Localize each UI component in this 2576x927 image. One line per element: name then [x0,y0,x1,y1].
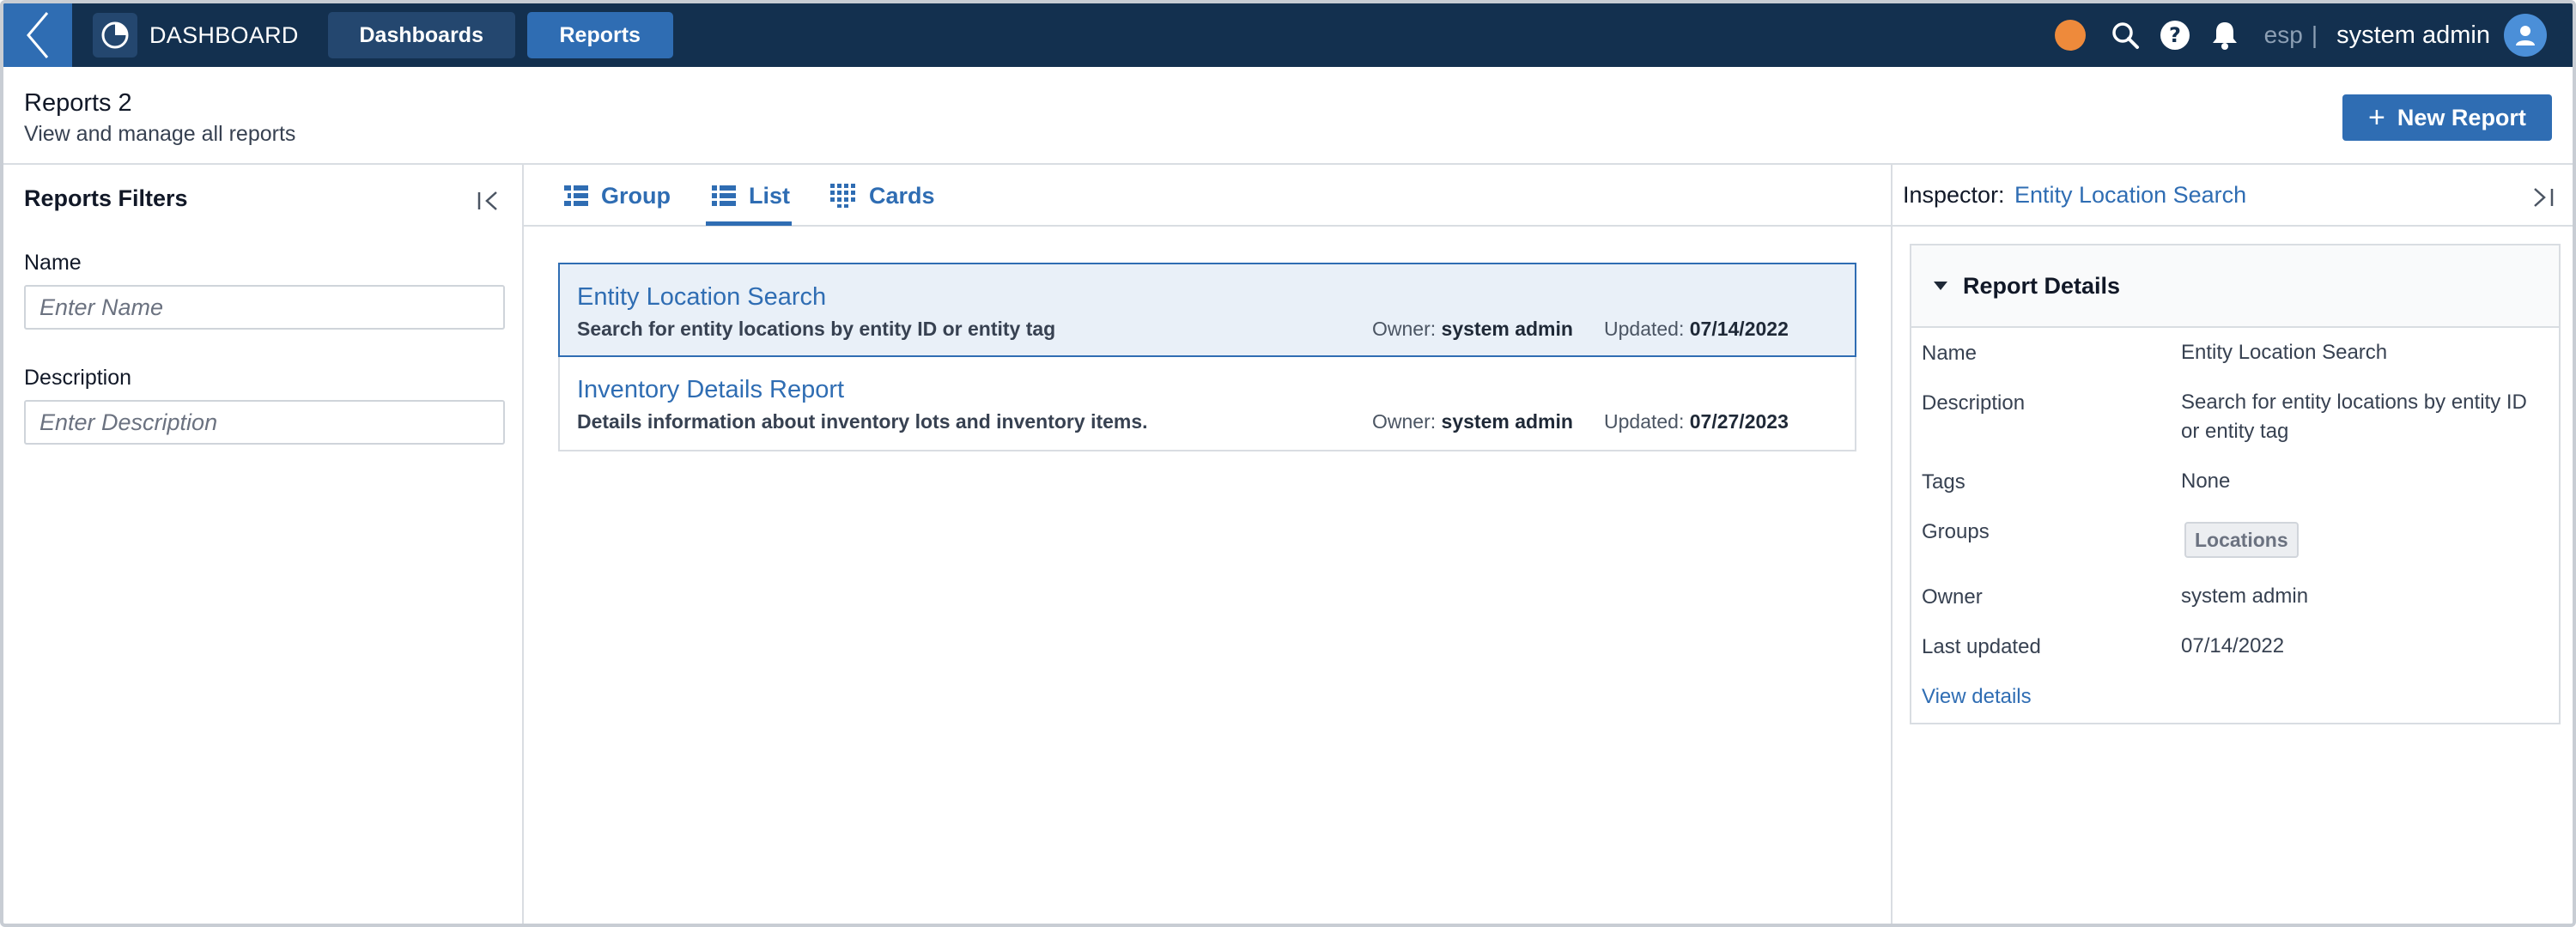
report-details-title: Report Details [1963,273,2121,299]
view-tabs: Group List Cards [524,165,1891,227]
report-count: 2 [118,89,132,117]
updated-label: Updated: [1604,410,1685,433]
cards-grid-icon [830,184,855,208]
detail-description-value: Search for entity locations by entity ID… [2181,391,2527,443]
collapse-left-icon [477,191,497,210]
tab-group-label: Group [601,182,671,209]
app-logo[interactable]: DASHBOARD [93,3,299,67]
tab-cards-label: Cards [869,182,935,209]
topbar-actions: ? esp | system admin [2054,3,2547,67]
page-subtitle: View and manage all reports [24,122,296,146]
report-name-link[interactable]: Entity Location Search [577,283,826,312]
new-report-button[interactable]: + New Report [2342,94,2552,141]
description-filter-label: Description [24,366,132,390]
collapse-filters-button[interactable] [474,187,505,215]
detail-updated-value: 07/14/2022 [2181,634,2285,657]
report-details-toggle[interactable]: Report Details [1911,245,2559,328]
top-navigation-bar: DASHBOARD Dashboards Reports ? esp | sys… [3,3,2573,67]
updated-value: 07/14/2022 [1689,318,1789,340]
back-button[interactable] [3,3,72,67]
pie-chart-logo-icon [93,13,137,58]
list-icon [712,185,736,206]
name-filter-label: Name [24,251,82,275]
detail-updated-key: Last updated [1922,635,2041,658]
username[interactable]: system admin [2336,21,2490,50]
tab-group[interactable]: Group [563,165,671,227]
report-owner: Owner: system admin [1372,318,1573,341]
report-row[interactable]: Entity Location Search Search for entity… [558,263,1856,357]
description-filter-input[interactable] [24,400,505,445]
search-icon[interactable] [2108,18,2142,52]
status-indicator[interactable] [2054,20,2086,51]
updated-value: 07/27/2023 [1689,410,1789,433]
report-details-card: Report Details Name Entity Location Sear… [1910,244,2561,724]
caret-down-icon [1934,282,1947,290]
user-avatar-icon[interactable] [2504,14,2547,57]
owner-label: Owner: [1372,318,1437,340]
detail-description-key: Description [1922,391,2026,415]
updated-label: Updated: [1604,318,1685,340]
owner-value: system admin [1441,318,1573,340]
svg-text:?: ? [2169,23,2181,47]
tab-list-label: List [749,182,791,209]
detail-owner-value: system admin [2181,585,2309,608]
app-title: DASHBOARD [149,21,299,48]
owner-value: system admin [1441,410,1573,433]
tab-cards[interactable]: Cards [829,165,935,227]
view-details-link[interactable]: View details [1922,685,2032,709]
active-tab-indicator [706,221,792,226]
inspector-label: Inspector: [1903,182,2005,208]
tab-list[interactable]: List [711,165,790,227]
detail-tags-value: None [2181,470,2231,493]
report-name-link[interactable]: Inventory Details Report [577,376,844,404]
detail-owner-key: Owner [1922,585,1983,609]
report-row[interactable]: Inventory Details Report Details informa… [558,357,1856,451]
report-description: Search for entity locations by entity ID… [577,318,1056,340]
language-selector[interactable]: esp [2264,21,2303,49]
report-owner: Owner: system admin [1372,410,1573,433]
page-header: Reports 2 View and manage all reports + N… [3,67,2573,165]
report-list: Entity Location Search Search for entity… [558,263,1856,451]
detail-tags-key: Tags [1922,470,1965,494]
owner-label: Owner: [1372,410,1437,433]
group-tag[interactable]: Locations [2184,522,2299,558]
separator: | [2311,21,2318,48]
collapse-inspector-button[interactable] [2526,184,2557,211]
new-report-label: New Report [2397,104,2526,130]
reports-main: Group List Cards Entity Location Search … [524,165,1891,924]
app-window: DASHBOARD Dashboards Reports ? esp | sys… [0,0,2576,927]
filters-panel: Reports Filters Name Description [3,165,524,924]
page-title-text: Reports [24,89,112,117]
nav-reports-button[interactable]: Reports [526,12,673,58]
inspector-panel: Inspector: Entity Location Search Report… [1891,165,2573,924]
report-description: Details information about inventory lots… [577,410,1148,433]
back-chevron-icon [27,12,49,58]
report-updated: Updated: 07/27/2023 [1604,410,1789,433]
nav-dashboards-button[interactable]: Dashboards [327,12,515,58]
filters-title: Reports Filters [24,185,188,211]
group-list-icon [564,185,588,206]
detail-name-value: Entity Location Search [2181,341,2388,364]
bell-icon[interactable] [2208,18,2242,52]
detail-name-key: Name [1922,342,1978,365]
detail-groups-key: Groups [1922,520,1990,543]
collapse-right-icon [2534,188,2554,207]
report-updated: Updated: 07/14/2022 [1604,318,1789,341]
page-title: Reports 2 [24,89,132,118]
plus-icon: + [2368,101,2385,134]
name-filter-input[interactable] [24,285,505,330]
inspector-target-link[interactable]: Entity Location Search [2014,182,2246,209]
inspector-header: Inspector: Entity Location Search [1893,165,2573,227]
help-icon[interactable]: ? [2158,18,2192,52]
